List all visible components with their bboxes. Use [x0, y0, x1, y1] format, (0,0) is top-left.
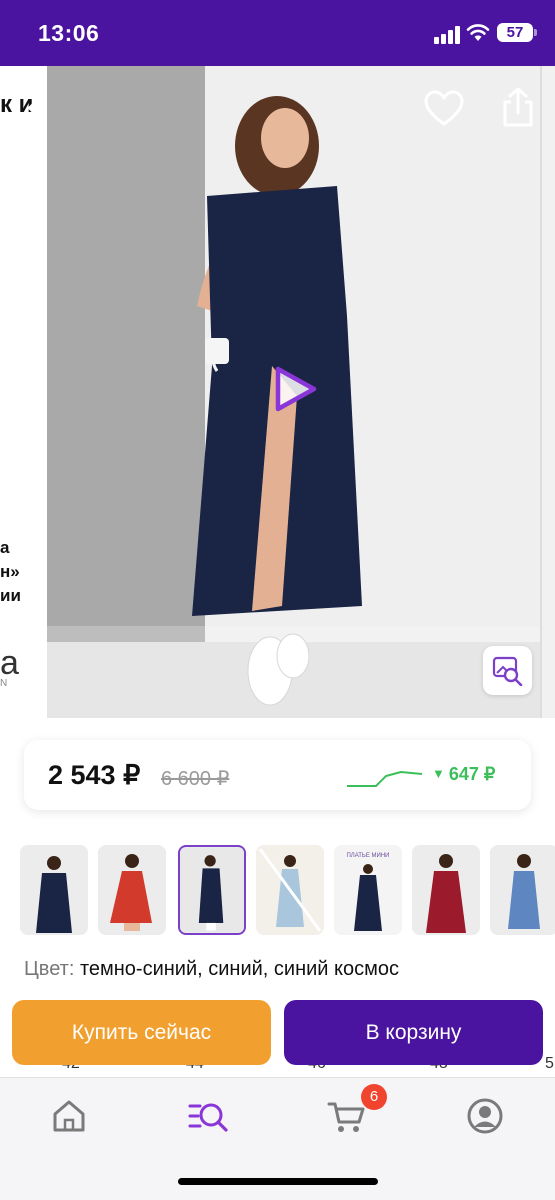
catalog-search-icon[interactable] [186, 1096, 230, 1136]
status-bar: 13:06 57 [0, 0, 555, 66]
chevron-left-icon[interactable] [22, 88, 52, 128]
thumbnail-color[interactable] [490, 845, 555, 935]
previous-slide-line: ии [0, 586, 21, 605]
profile-icon[interactable] [463, 1096, 507, 1136]
color-value: темно-синий, синий, синий космос [79, 958, 400, 980]
thumbnail-caption: ПЛАТЬЕ МИНИ [346, 853, 389, 859]
thumbnail-color[interactable]: ПЛАТЬЕ МИНИ [334, 845, 402, 935]
previous-slide-logo-sub: N [0, 678, 10, 689]
price-drop-value: 647 ₽ [448, 764, 496, 784]
add-to-cart-button[interactable]: В корзину [284, 1000, 543, 1065]
status-time: 13:06 [38, 20, 100, 46]
battery-icon: 57 [497, 23, 533, 42]
wifi-icon [466, 24, 490, 41]
thumbnail-color[interactable] [256, 845, 324, 935]
cart-badge: 6 [361, 1084, 387, 1110]
buy-now-button[interactable]: Купить сейчас [12, 1000, 271, 1065]
cellular-signal-icon [434, 26, 462, 44]
home-indicator [178, 1178, 378, 1185]
down-triangle-icon: ▼ [432, 766, 445, 781]
previous-slide-text: а н» ии [0, 536, 21, 608]
heart-icon[interactable] [424, 90, 464, 128]
size-cell: 5 [545, 1055, 554, 1072]
color-label: Цвет: [24, 958, 75, 980]
color-info: Цвет: темно-синий, синий, синий космос [24, 958, 399, 981]
thumbnail-color[interactable] [412, 845, 480, 935]
price-history-sparkline [347, 771, 423, 787]
thumbnail-color[interactable] [98, 845, 166, 935]
share-icon[interactable] [499, 86, 537, 128]
price-card[interactable]: 2 543 ₽ 6 600 ₽ ▼ 647 ₽ [24, 740, 531, 810]
battery-tip [534, 29, 537, 36]
color-thumbnails[interactable]: ПЛАТЬЕ МИНИ [20, 845, 555, 935]
thumbnail-color-selected[interactable] [178, 845, 246, 935]
home-icon[interactable] [47, 1096, 91, 1136]
image-search-button[interactable] [483, 646, 532, 695]
price-current: 2 543 ₽ [48, 760, 141, 790]
previous-slide-line: н» [0, 562, 20, 581]
next-slide-edge[interactable] [540, 66, 555, 718]
product-page: 13:06 57 к и а н» ии а N 2 543 ₽ 6 600 ₽… [0, 0, 555, 1200]
photo-wall-panel [47, 66, 205, 626]
product-gallery[interactable]: к и а н» ии а N [0, 66, 555, 718]
play-icon[interactable] [268, 363, 320, 415]
previous-slide-line: а [0, 538, 10, 557]
price-old: 6 600 ₽ [161, 768, 230, 790]
previous-slide[interactable]: к и а н» ии а N [0, 66, 47, 718]
image-search-icon [492, 656, 523, 686]
thumbnail-color[interactable] [20, 845, 88, 935]
price-drop: ▼ 647 ₽ [432, 764, 495, 785]
